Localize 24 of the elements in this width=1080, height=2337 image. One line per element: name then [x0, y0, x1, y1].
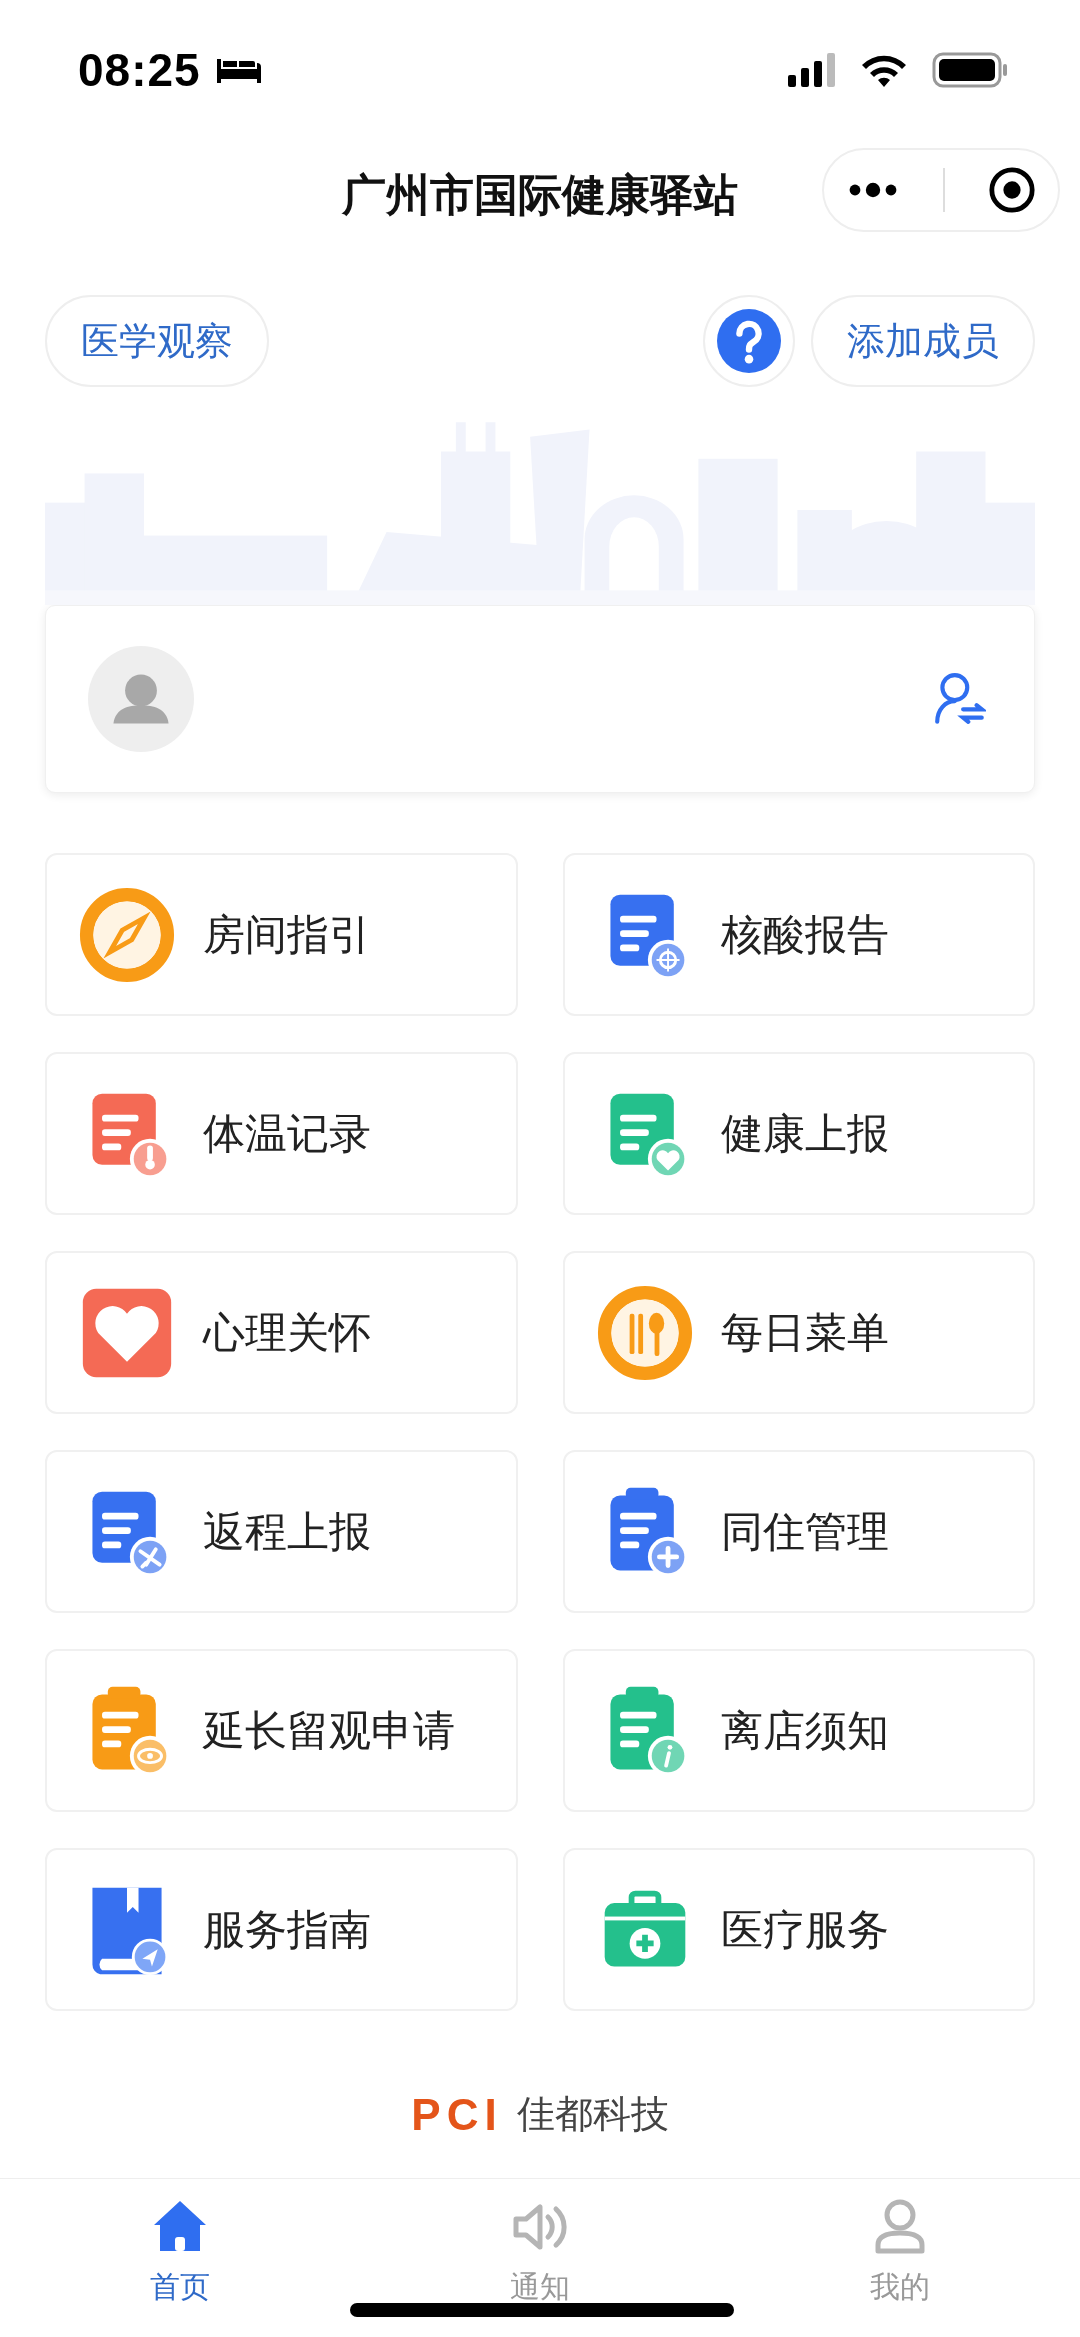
menu-card[interactable]: 体温记录	[45, 1052, 518, 1215]
menu-card[interactable]: 每日菜单	[562, 1251, 1035, 1414]
company-logo: PCI	[411, 2089, 503, 2140]
menu-card[interactable]: 房间指引	[45, 853, 518, 1016]
avatar-icon	[88, 646, 194, 752]
menu-card[interactable]: 延长留观申请	[45, 1649, 518, 1812]
menu-card[interactable]: 返程上报	[45, 1450, 518, 1613]
menu-card[interactable]: 核酸报告	[562, 853, 1035, 1016]
menu-card[interactable]: 心理关怀	[45, 1251, 518, 1414]
menu-card[interactable]: 服务指南	[45, 1848, 518, 2011]
menu-card[interactable]: 医疗服务	[562, 1848, 1035, 2011]
medical-observation-button[interactable]: 医学观察	[45, 295, 269, 387]
wifi-icon	[860, 53, 908, 87]
help-icon	[717, 309, 781, 373]
company-name: 佳都科技	[516, 2092, 669, 2137]
menu-card[interactable]: 离店须知	[562, 1649, 1035, 1812]
signal-icon	[788, 53, 836, 87]
menu-card[interactable]: 健康上报	[562, 1052, 1035, 1215]
page-title: 广州市国际健康驿站	[342, 168, 738, 221]
battery-icon	[932, 52, 1008, 88]
tab-item[interactable]: 首页	[0, 2179, 360, 2337]
menu-card[interactable]: 同住管理	[562, 1450, 1035, 1613]
add-member-button[interactable]: 添加成员	[811, 295, 1035, 387]
status-time: 08:25	[78, 43, 201, 97]
